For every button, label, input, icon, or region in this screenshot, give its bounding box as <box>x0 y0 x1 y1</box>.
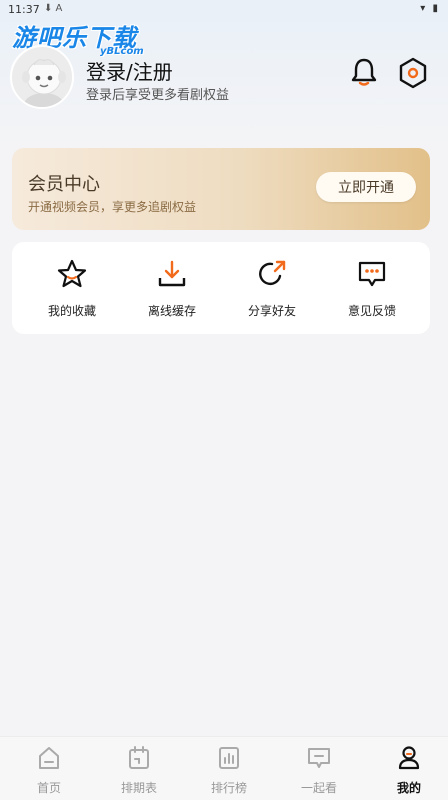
settings-hexagon-icon <box>399 57 427 89</box>
profile-icon <box>398 746 420 770</box>
tab-mine[interactable]: 我的 <box>364 737 448 800</box>
avatar[interactable] <box>10 45 74 109</box>
tab-home[interactable]: 首页 <box>4 737 94 800</box>
quick-item-feedback[interactable]: 意见反馈 <box>322 242 422 334</box>
tab-ranking[interactable]: 排行榜 <box>184 737 274 800</box>
status-bar: 11:37 ⬇ A ▾ ▮ <box>0 0 448 20</box>
ranking-icon <box>219 747 239 769</box>
notification-icons: ⬇ A <box>44 3 63 14</box>
tab-label-schedule: 排期表 <box>120 781 157 795</box>
bottom-tab-bar: 首页 排期表 排行榜 一起看 我的 <box>0 736 448 800</box>
vip-subtitle: 开通视频会员，享更多追剧权益 <box>28 200 197 214</box>
star-icon <box>57 259 87 288</box>
settings-button[interactable] <box>396 56 430 90</box>
home-icon <box>39 747 59 769</box>
quick-actions-card: 我的收藏 离线缓存 分享好友 意见反馈 <box>12 242 430 334</box>
signal-battery-icons: ▾ ▮ <box>420 3 440 14</box>
tab-watch-together[interactable]: 一起看 <box>274 737 364 800</box>
tab-label-home: 首页 <box>36 781 61 795</box>
vip-center-card[interactable]: 会员中心 开通视频会员，享更多追剧权益 立即开通 <box>12 148 430 230</box>
open-vip-button[interactable]: 立即开通 <box>316 172 416 202</box>
notification-button[interactable] <box>348 56 380 88</box>
vip-title: 会员中心 <box>28 174 100 195</box>
download-icon <box>158 260 186 287</box>
share-icon <box>259 260 286 286</box>
login-benefit-text: 登录后享受更多看剧权益 <box>86 88 230 103</box>
quick-item-share[interactable]: 分享好友 <box>222 242 322 334</box>
watch-together-icon <box>308 748 330 768</box>
quick-label-share: 分享好友 <box>247 304 296 318</box>
tab-label-mine: 我的 <box>396 781 421 795</box>
quick-label-favorites: 我的收藏 <box>47 304 96 318</box>
tab-label-ranking: 排行榜 <box>210 781 247 795</box>
quick-label-offline-cache: 离线缓存 <box>147 304 196 318</box>
login-register-link[interactable]: 登录/注册 <box>86 56 173 85</box>
tab-schedule[interactable]: 排期表 <box>94 737 184 800</box>
quick-label-feedback: 意见反馈 <box>347 304 396 318</box>
tab-label-watch-together: 一起看 <box>300 781 337 795</box>
bell-icon <box>351 58 377 86</box>
status-time: 11:37 <box>8 3 40 16</box>
quick-item-offline-cache[interactable]: 离线缓存 <box>122 242 222 334</box>
quick-item-favorites[interactable]: 我的收藏 <box>22 242 122 334</box>
calendar-icon <box>129 746 149 769</box>
feedback-icon <box>358 261 386 287</box>
